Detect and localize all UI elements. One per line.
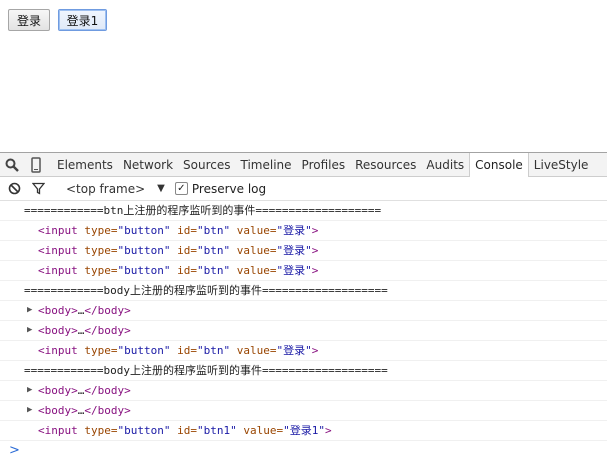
attr-value: "登录" [276,244,312,257]
tab-timeline[interactable]: Timeline [236,153,297,177]
console-log-input-node: <input type="button" id="btn" value="登录"… [0,221,607,241]
devtools-panel: Elements Network Sources Timeline Profiles Re… [0,152,607,459]
device-mode-icon[interactable] [24,153,48,177]
attr-name: value= [236,244,277,257]
log-text: ============body上注册的程序监听到的事件============… [24,364,388,377]
tag-close: > [311,224,319,237]
attr-name: type= [84,264,118,277]
tab-profiles[interactable]: Profiles [297,153,351,177]
tag-close: </body> [84,324,131,337]
dropdown-arrow-icon: ▼ [157,183,165,194]
tab-livestyle[interactable]: LiveStyle [529,153,594,177]
console-toolbar: <top frame> ▼ ✓ Preserve log [0,177,607,201]
tab-elements[interactable]: Elements [52,153,118,177]
preserve-log-label: Preserve log [191,181,267,196]
attr-name: id= [177,264,197,277]
attr-value: "btn" [196,344,231,357]
attr-value: "登录" [276,264,312,277]
tag-close: > [311,344,319,357]
attr-name: type= [84,424,118,437]
tag-open: <body> [38,304,78,317]
preserve-log-checkbox[interactable]: ✓ [174,182,188,195]
console-log-body-node[interactable]: ▶ <body>…</body> [0,401,607,421]
tag-open: <body> [38,404,78,417]
expand-triangle-icon[interactable]: ▶ [27,321,32,340]
frame-selector-label: <top frame> [66,181,146,196]
attr-value: "登录1" [283,424,325,437]
attr-name: id= [177,224,197,237]
attr-name: type= [84,224,118,237]
console-messages: ============btn上注册的程序监听到的事件=============… [0,201,607,441]
attr-name: id= [177,244,197,257]
tag-close: </body> [84,304,131,317]
console-log-body-node[interactable]: ▶ <body>…</body> [0,301,607,321]
attr-name: value= [236,344,277,357]
devtools-tabbar: Elements Network Sources Timeline Profiles Re… [0,152,607,177]
attr-value: "button" [117,424,171,437]
attr-name: type= [84,244,118,257]
page-content: 登录 登录1 [0,0,607,152]
console-log-input-node: <input type="button" id="btn" value="登录"… [0,241,607,261]
clear-console-icon[interactable] [2,177,26,201]
attr-name: value= [236,264,277,277]
tag-close: > [324,424,332,437]
login-button[interactable]: 登录 [8,9,50,31]
attr-value: "button" [117,244,171,257]
expand-triangle-icon[interactable]: ▶ [27,381,32,400]
tag-open: <input [38,224,78,237]
attr-name: value= [236,224,277,237]
attr-value: "btn" [196,244,231,257]
attr-value: "btn" [196,224,231,237]
login1-button[interactable]: 登录1 [58,9,107,31]
tag-open: <input [38,264,78,277]
console-log-input-node: <input type="button" id="btn1" value="登录… [0,421,607,441]
attr-value: "button" [117,224,171,237]
tab-audits[interactable]: Audits [421,153,469,177]
expand-triangle-icon[interactable]: ▶ [27,301,32,320]
tag-close: </body> [84,404,131,417]
console-log-body-node[interactable]: ▶ <body>…</body> [0,381,607,401]
attr-name: id= [177,344,197,357]
attr-value: "button" [117,264,171,277]
tab-resources[interactable]: Resources [350,153,421,177]
tag-open: <input [38,244,78,257]
attr-value: "btn" [196,264,231,277]
console-prompt[interactable]: > [0,441,607,461]
attr-value: "button" [117,344,171,357]
attr-value: "登录" [276,344,312,357]
attr-name: value= [243,424,284,437]
tag-close: > [311,244,319,257]
filter-icon[interactable] [26,177,50,201]
attr-name: id= [177,424,197,437]
frame-selector[interactable]: <top frame> ▼ [66,182,165,196]
tag-open: <body> [38,384,78,397]
console-log-input-node: <input type="button" id="btn" value="登录"… [0,341,607,361]
search-icon[interactable] [0,153,24,177]
console-log-text: ============body上注册的程序监听到的事件============… [0,361,607,381]
log-text: ============body上注册的程序监听到的事件============… [24,284,388,297]
expand-triangle-icon[interactable]: ▶ [27,401,32,420]
attr-value: "登录" [276,224,312,237]
console-log-text: ============body上注册的程序监听到的事件============… [0,281,607,301]
console-log-text: ============btn上注册的程序监听到的事件=============… [0,201,607,221]
tab-console[interactable]: Console [469,152,529,177]
attr-value: "btn1" [196,424,237,437]
tab-sources[interactable]: Sources [178,153,235,177]
attr-name: type= [84,344,118,357]
console-log-body-node[interactable]: ▶ <body>…</body> [0,321,607,341]
tag-close: </body> [84,384,131,397]
tag-open: <body> [38,324,78,337]
log-text: ============btn上注册的程序监听到的事件=============… [24,204,382,217]
tag-open: <input [38,424,78,437]
tab-network[interactable]: Network [118,153,178,177]
console-log-input-node: <input type="button" id="btn" value="登录"… [0,261,607,281]
tag-close: > [311,264,319,277]
tag-open: <input [38,344,78,357]
